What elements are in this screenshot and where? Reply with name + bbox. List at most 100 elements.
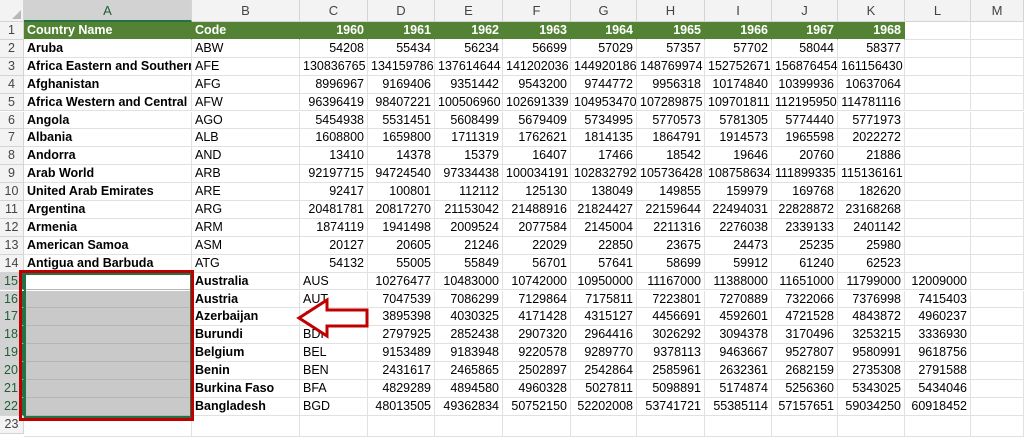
cell[interactable] [905, 22, 971, 40]
value-cell[interactable]: 2401142 [838, 218, 905, 237]
value-cell[interactable]: 10483000 [435, 272, 503, 291]
value-cell[interactable]: 17466 [571, 147, 637, 166]
row-header-3[interactable]: 3 [0, 57, 24, 76]
row-header-5[interactable]: 5 [0, 93, 24, 112]
country-name-cell[interactable]: Africa Western and Central [24, 93, 192, 112]
value-cell[interactable]: 10174840 [705, 75, 772, 94]
value-cell[interactable]: 114781116 [838, 93, 905, 112]
country-name-cell[interactable]: Burundi [192, 326, 300, 345]
value-cell[interactable]: 161156430 [838, 57, 905, 76]
value-cell[interactable]: 2022272 [838, 129, 905, 148]
country-name-cell[interactable]: Andorra [24, 147, 192, 166]
value-cell[interactable]: 2009524 [435, 218, 503, 237]
code-cell[interactable]: AGO [192, 111, 300, 130]
cell[interactable] [971, 415, 1024, 437]
column-header-l[interactable]: L [905, 0, 971, 22]
value-cell[interactable]: 5174874 [705, 380, 772, 398]
value-cell[interactable]: 4960328 [503, 380, 571, 398]
value-cell[interactable]: 7223801 [637, 290, 705, 309]
value-cell[interactable]: 2542864 [571, 362, 637, 380]
value-cell[interactable]: 55849 [435, 254, 503, 273]
value-cell[interactable]: 98407221 [368, 93, 435, 112]
value-cell[interactable]: 9351442 [435, 75, 503, 94]
code-cell[interactable]: ATG [192, 254, 300, 273]
code-cell[interactable]: AZE [300, 308, 368, 327]
value-cell[interactable]: 94724540 [368, 165, 435, 184]
value-cell[interactable]: 25980 [838, 236, 905, 255]
value-cell[interactable]: 5454938 [300, 111, 368, 130]
value-cell[interactable]: 144920186 [571, 57, 637, 76]
value-cell[interactable]: 53741721 [637, 397, 705, 416]
country-name-cell[interactable]: Africa Eastern and Southern [24, 57, 192, 76]
column-header-a[interactable]: A [24, 0, 192, 22]
row-header-11[interactable]: 11 [0, 201, 24, 219]
country-name-cell[interactable]: Aruba [24, 39, 192, 58]
column-header-g[interactable]: G [571, 0, 637, 22]
value-cell[interactable]: 21886 [838, 147, 905, 166]
value-cell[interactable]: 18542 [637, 147, 705, 166]
column-header-i[interactable]: I [705, 0, 772, 22]
value-cell[interactable]: 22494031 [705, 201, 772, 219]
value-cell[interactable]: 4721528 [772, 308, 838, 327]
value-cell[interactable]: 107289875 [637, 93, 705, 112]
value-cell[interactable]: 141202036 [503, 57, 571, 76]
value-cell[interactable]: 21246 [435, 236, 503, 255]
value-cell[interactable]: 13410 [300, 147, 368, 166]
row-header-2[interactable]: 2 [0, 39, 24, 58]
country-name-cell[interactable]: Belgium [192, 344, 300, 363]
value-cell[interactable]: 3094378 [705, 326, 772, 345]
column-header-c[interactable]: C [300, 0, 368, 22]
value-cell[interactable]: 10399936 [772, 75, 838, 94]
value-cell[interactable]: 111899335 [772, 165, 838, 184]
code-cell[interactable]: AUS [300, 272, 368, 291]
column-header-k[interactable]: K [838, 0, 905, 22]
value-cell[interactable]: 9220578 [503, 344, 571, 363]
country-name-cell[interactable]: Antigua and Barbuda [24, 254, 192, 273]
cell[interactable] [971, 183, 1024, 201]
value-cell[interactable]: 5434046 [905, 380, 971, 398]
value-cell[interactable]: 5781305 [705, 111, 772, 130]
value-cell[interactable]: 1941498 [368, 218, 435, 237]
value-cell[interactable]: 1711319 [435, 129, 503, 148]
value-cell[interactable]: 10742000 [503, 272, 571, 291]
value-cell[interactable]: 62523 [838, 254, 905, 273]
value-cell[interactable]: 57157651 [772, 397, 838, 416]
code-cell[interactable]: ARB [192, 165, 300, 184]
country-name-cell[interactable]: Argentina [24, 201, 192, 219]
value-cell[interactable]: 7270889 [705, 290, 772, 309]
value-cell[interactable]: 9543200 [503, 75, 571, 94]
value-cell[interactable]: 1914573 [705, 129, 772, 148]
value-cell[interactable]: 2682159 [772, 362, 838, 380]
cell[interactable] [905, 39, 971, 58]
code-cell[interactable]: AUT [300, 290, 368, 309]
value-cell[interactable]: 2276038 [705, 218, 772, 237]
header-cell[interactable]: 1965 [637, 22, 705, 40]
value-cell[interactable]: 25235 [772, 236, 838, 255]
cell[interactable] [971, 165, 1024, 184]
value-cell[interactable]: 10276477 [368, 272, 435, 291]
row-header-23[interactable]: 23 [0, 415, 24, 434]
cell[interactable] [971, 254, 1024, 273]
selected-empty-cell[interactable] [24, 308, 192, 327]
value-cell[interactable]: 56699 [503, 39, 571, 58]
value-cell[interactable]: 59034250 [838, 397, 905, 416]
cell[interactable] [971, 344, 1024, 363]
value-cell[interactable]: 9618756 [905, 344, 971, 363]
value-cell[interactable]: 108758634 [705, 165, 772, 184]
header-cell[interactable]: 1961 [368, 22, 435, 40]
value-cell[interactable]: 7175811 [571, 290, 637, 309]
cell[interactable] [971, 129, 1024, 148]
value-cell[interactable]: 60918452 [905, 397, 971, 416]
cell[interactable] [971, 57, 1024, 76]
cell[interactable] [300, 415, 368, 437]
value-cell[interactable]: 112195950 [772, 93, 838, 112]
value-cell[interactable]: 5734995 [571, 111, 637, 130]
value-cell[interactable]: 100801 [368, 183, 435, 201]
cell[interactable] [24, 415, 192, 437]
selected-empty-cell[interactable] [24, 362, 192, 380]
value-cell[interactable]: 4030325 [435, 308, 503, 327]
value-cell[interactable]: 5771973 [838, 111, 905, 130]
value-cell[interactable]: 49362834 [435, 397, 503, 416]
row-header-18[interactable]: 18 [0, 326, 24, 345]
cell[interactable] [971, 326, 1024, 345]
